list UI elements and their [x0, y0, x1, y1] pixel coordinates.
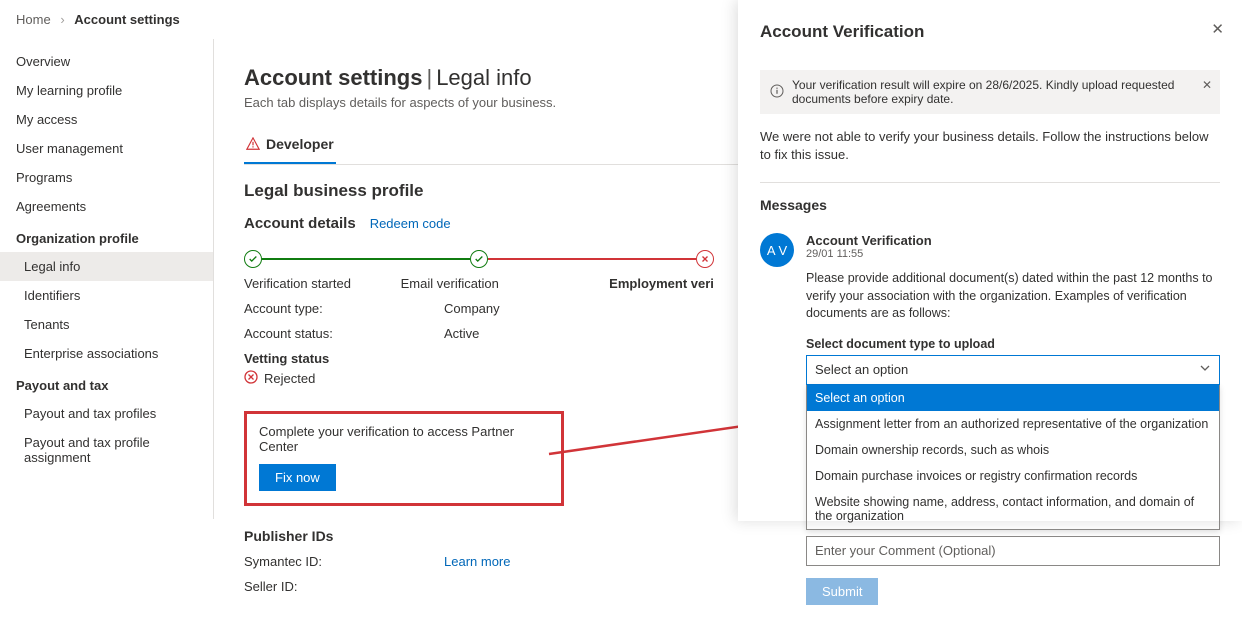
step-label: Email verification: [401, 276, 558, 291]
sidebar-item-tenants[interactable]: Tenants: [0, 310, 213, 339]
dismiss-banner-icon[interactable]: ✕: [1202, 78, 1212, 92]
sidebar-heading-tax: Payout and tax: [0, 368, 213, 399]
verification-panel: Account Verification ✕ Your verification…: [738, 0, 1242, 521]
tab-label: Developer: [266, 136, 334, 152]
error-icon: [696, 250, 714, 268]
banner-text: Your verification result will expire on …: [792, 78, 1210, 106]
breadcrumb-home[interactable]: Home: [16, 12, 51, 27]
cta-text: Complete your verification to access Par…: [259, 424, 549, 454]
sidebar-item-payout-assignment[interactable]: Payout and tax profile assignment: [0, 428, 213, 472]
sidebar-item-enterprise[interactable]: Enterprise associations: [0, 339, 213, 368]
select-label: Select document type to upload: [806, 337, 1220, 351]
close-icon[interactable]: ✕: [1211, 20, 1224, 38]
message-item: A V Account Verification 29/01 11:55 Ple…: [760, 233, 1220, 605]
dropdown-option[interactable]: Select an option: [807, 385, 1219, 411]
sidebar-item-access[interactable]: My access: [0, 105, 213, 134]
warning-icon: [246, 137, 260, 151]
info-icon: [770, 84, 784, 101]
sidebar-heading-org: Organization profile: [0, 221, 213, 252]
message-text: Please provide additional document(s) da…: [806, 270, 1220, 323]
comment-input[interactable]: Enter your Comment (Optional): [806, 536, 1220, 566]
sidebar-item-payout-profiles[interactable]: Payout and tax profiles: [0, 399, 213, 428]
tab-developer[interactable]: Developer: [244, 128, 336, 164]
avatar: A V: [760, 233, 794, 267]
check-icon: [470, 250, 488, 268]
learn-more-link[interactable]: Learn more: [444, 554, 510, 569]
sidebar-item-user-mgmt[interactable]: User management: [0, 134, 213, 163]
dropdown-option[interactable]: Website showing name, address, contact i…: [807, 489, 1219, 529]
chevron-right-icon: ›: [60, 12, 64, 27]
messages-heading: Messages: [760, 197, 1220, 213]
sidebar: Overview My learning profile My access U…: [0, 39, 214, 519]
panel-info-text: We were not able to verify your business…: [760, 128, 1220, 164]
sidebar-item-legal-info[interactable]: Legal info: [0, 252, 213, 281]
error-icon: [244, 370, 258, 387]
breadcrumb-current: Account settings: [74, 12, 179, 27]
sidebar-item-identifiers[interactable]: Identifiers: [0, 281, 213, 310]
timeline-labels: Verification started Email verification …: [244, 276, 714, 291]
step-label: Employment veri: [557, 276, 714, 291]
sidebar-item-overview[interactable]: Overview: [0, 47, 213, 76]
sidebar-item-agreements[interactable]: Agreements: [0, 192, 213, 221]
submit-button[interactable]: Submit: [806, 578, 878, 605]
check-icon: [244, 250, 262, 268]
select-value: Select an option: [815, 362, 908, 377]
document-type-select[interactable]: Select an option: [806, 355, 1220, 385]
dropdown-option[interactable]: Assignment letter from an authorized rep…: [807, 411, 1219, 437]
document-type-dropdown: Select an option Assignment letter from …: [806, 385, 1220, 530]
fix-now-callout: Complete your verification to access Par…: [244, 411, 564, 506]
redeem-code-link[interactable]: Redeem code: [370, 216, 451, 231]
sidebar-item-programs[interactable]: Programs: [0, 163, 213, 192]
message-date: 29/01 11:55: [806, 248, 1220, 260]
dropdown-option[interactable]: Domain ownership records, such as whois: [807, 437, 1219, 463]
expiry-banner: Your verification result will expire on …: [760, 70, 1220, 114]
verification-timeline: [244, 250, 714, 268]
chevron-down-icon: [1199, 362, 1211, 377]
step-label: Verification started: [244, 276, 401, 291]
fix-now-button[interactable]: Fix now: [259, 464, 336, 491]
dropdown-option[interactable]: Domain purchase invoices or registry con…: [807, 463, 1219, 489]
panel-title: Account Verification: [760, 22, 1220, 42]
sidebar-item-learning[interactable]: My learning profile: [0, 76, 213, 105]
message-title: Account Verification: [806, 233, 1220, 248]
